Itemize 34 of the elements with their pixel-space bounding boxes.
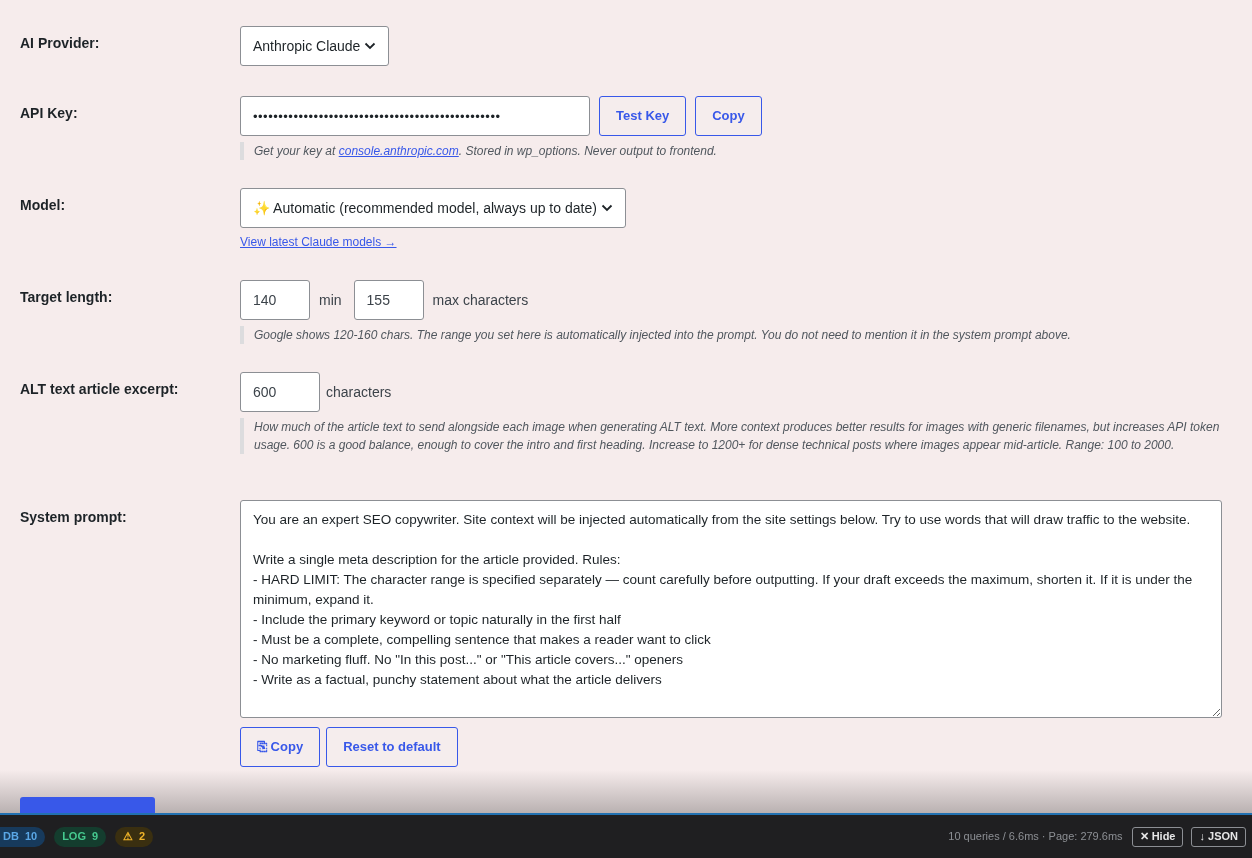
unit-label: min — [319, 290, 342, 310]
badge[interactable]: DB 10 — [0, 826, 46, 847]
model-select[interactable]: ✨ Automatic (recommended model, always up to date) — [240, 188, 626, 228]
chevron-down-icon — [600, 204, 613, 212]
button[interactable]: Test Key — [599, 96, 687, 136]
max-field[interactable]: 155 — [353, 280, 424, 320]
badge[interactable]: LOG 9 — [54, 826, 107, 847]
excerpt-field[interactable]: 600 — [240, 372, 320, 412]
unit-label: characters — [326, 382, 392, 402]
debug-button[interactable]: ✕ Hide — [1131, 826, 1184, 847]
field-label: Target length: — [20, 288, 114, 307]
button[interactable]: Reset to default — [326, 727, 458, 767]
console-link[interactable]: console.anthropic.com — [338, 144, 459, 158]
button[interactable]: ⎘ Copy — [240, 727, 321, 767]
button[interactable]: Copy — [695, 96, 762, 136]
debug-button[interactable]: ↓ JSON — [1191, 826, 1246, 847]
field-label: System prompt: — [20, 508, 128, 527]
field-label: ALT text article excerpt: — [20, 380, 180, 399]
system-prompt-field[interactable]: You are an expert SEO copywriter. Site context will be injected automatically from the site settings below. Try to use words that will draw traffic to the website. Write a single meta description for the article provided. Rules: - HARD LIMIT: The character range is specified separately — count carefully before outputting. If your draft exceeds the maximum, shorten it. If it is under the minimum, expand it. - Include the primary keyword or topic naturally in the first half - Must be a complete, compelling sentence that makes a reader want to click - No marketing fluff. No "In this post..." or "This article covers..." openers - Write as a factual, punchy statement about what the article delivers — [240, 500, 1222, 718]
chevron-down-icon — [364, 42, 377, 50]
models-link[interactable]: View latest Claude models → — [240, 233, 397, 251]
unit-label: max characters — [432, 290, 529, 310]
help-text: Get your key at console.anthropic.com. Stored in wp_options. Never output to frontend. — [240, 142, 762, 160]
min-field[interactable]: 140 — [240, 280, 310, 320]
help-text: How much of the article text to send alongside each image when generating ALT text. More context produces better results for images with generic filenames, but increases API token usage. 600 is a good balance, enough to cover the intro and first heading. Increase to 1200+ for dense technical posts where images appear mid-article. Range: 100 to 2000. — [240, 418, 1230, 454]
field-label: AI Provider: — [20, 34, 101, 53]
field-label: Model: — [20, 196, 67, 215]
help-text: Google shows 120-160 chars. The range you set here is automatically injected into the prompt. You do not need to mention it in the system prompt above. — [240, 326, 1071, 344]
api-key-field[interactable]: ••••••••••••••••••••••••••••••••••••••••••••••••• — [240, 96, 590, 136]
provider-select[interactable]: Anthropic Claude — [240, 26, 390, 66]
debug-stats: 10 queries / 6.6ms · Page: 279.6ms — [948, 829, 1123, 845]
save-button[interactable] — [20, 797, 155, 813]
field-label: API Key: — [20, 104, 79, 123]
badge[interactable]: ⚠ 2 — [115, 826, 154, 847]
